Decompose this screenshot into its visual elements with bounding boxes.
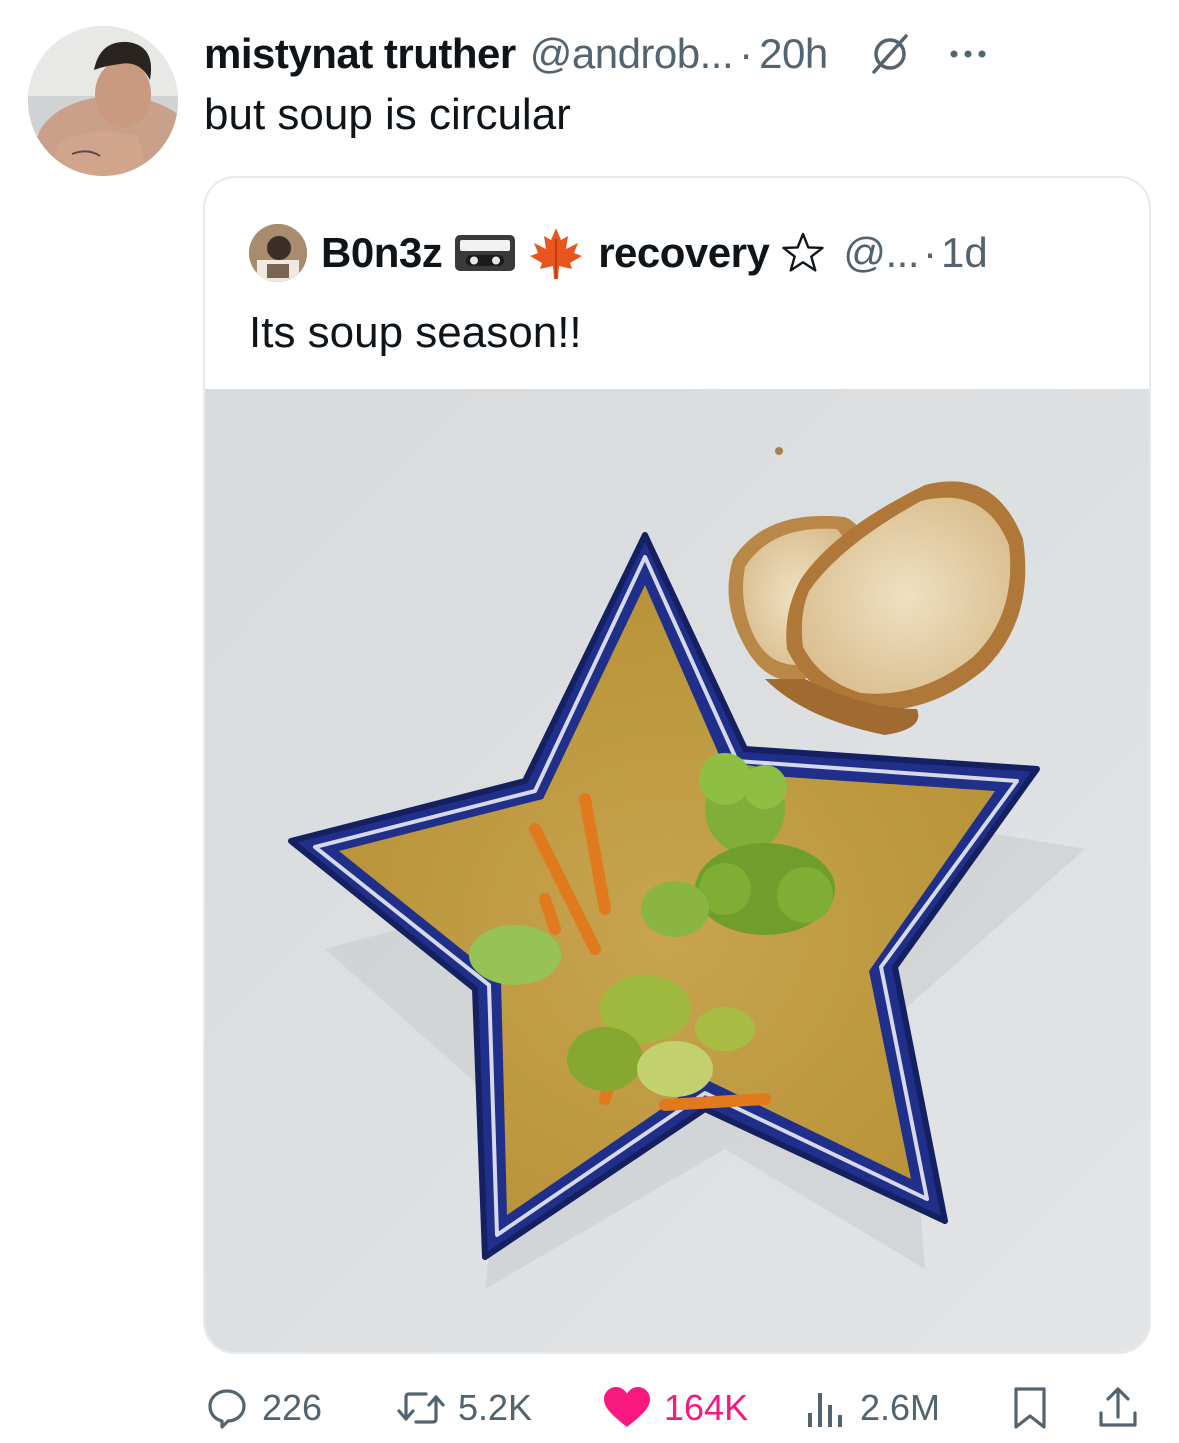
tweet-header: mistynat truther @androb... · 20h [204,26,1149,82]
quoted-tweet-header: B0n3z recovery @... · 1d [249,224,988,282]
heart-icon [604,1387,650,1427]
quoted-tweet-timestamp[interactable]: 1d [941,229,988,277]
like-count: 164K [664,1387,749,1428]
reply-count: 226 [262,1387,323,1428]
bookmark-button[interactable] [1010,1380,1050,1436]
quoted-author-name-suffix[interactable]: recovery [598,229,770,277]
quoted-separator-dot: · [923,229,937,276]
views-icon [808,1393,842,1427]
bookmark-icon [1014,1387,1046,1429]
author-avatar[interactable] [28,26,178,176]
author-display-name[interactable]: mistynat truther [204,30,516,78]
vhs-tape-icon [455,235,516,271]
soup-photo[interactable] [205,389,1151,1354]
views-button[interactable]: 2.6M [804,1380,940,1436]
repost-count: 5.2K [458,1387,533,1428]
tweet-action-bar: 226 5.2K 164K 2.6M [200,1380,1150,1436]
share-icon [1099,1387,1137,1427]
repost-button[interactable]: 5.2K [396,1380,532,1436]
quoted-author-avatar[interactable] [249,224,307,282]
quoted-author-display-name[interactable]: B0n3z [321,229,443,277]
maple-leaf-icon [530,228,583,279]
tweet-timestamp[interactable]: 20h [759,30,828,78]
reply-button[interactable]: 226 [204,1380,322,1436]
star-outline-icon [782,232,825,272]
tweet-text: but soup is circular [204,90,571,139]
share-button[interactable] [1096,1380,1140,1436]
like-button[interactable]: 164K [602,1380,748,1436]
repost-icon [397,1392,445,1424]
separator-dot: · [739,30,754,77]
more-icon[interactable] [948,44,988,64]
quoted-tweet-card[interactable]: B0n3z recovery @... · 1d Its soup season… [203,176,1151,1354]
grok-icon[interactable] [868,32,912,76]
quoted-author-handle[interactable]: @... [843,229,919,277]
author-handle[interactable]: @androb... [530,30,734,78]
view-count: 2.6M [860,1387,941,1428]
quoted-tweet-text: Its soup season!! [249,308,582,357]
reply-icon [208,1389,246,1429]
